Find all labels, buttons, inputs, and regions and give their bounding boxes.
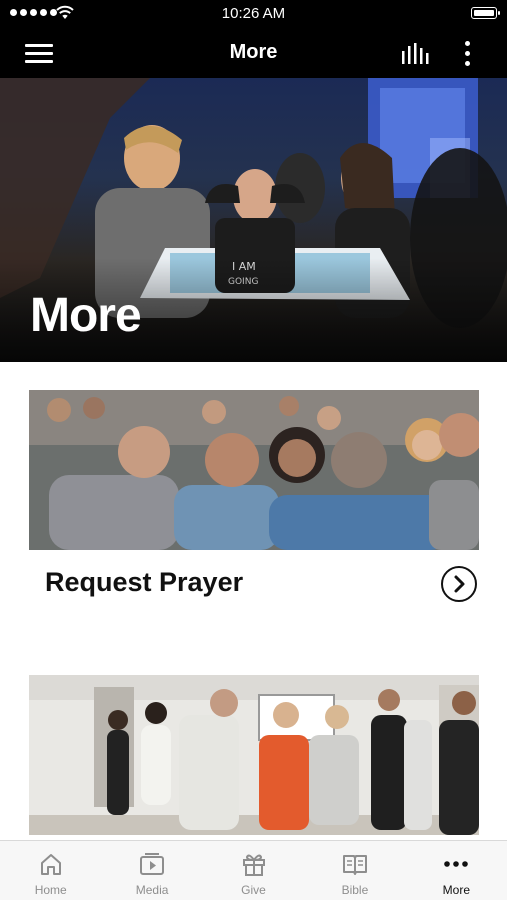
tab-label: More xyxy=(442,883,470,897)
tab-label: Give xyxy=(241,883,266,897)
tab-give[interactable]: Give xyxy=(203,841,304,900)
status-time: 10:26 AM xyxy=(221,5,286,22)
community-card[interactable] xyxy=(29,675,479,840)
tab-label: Home xyxy=(34,883,67,897)
hero-title: More xyxy=(30,289,142,342)
audio-bars-icon[interactable] xyxy=(400,42,430,66)
gift-icon xyxy=(242,854,265,876)
tab-media[interactable]: Media xyxy=(101,841,202,900)
card-image xyxy=(29,675,479,835)
tab-bible[interactable]: Bible xyxy=(304,841,405,900)
book-icon xyxy=(342,855,367,875)
lobby-group-photo xyxy=(29,675,479,835)
tab-label: Media xyxy=(135,883,169,897)
request-prayer-card[interactable]: Request Prayer xyxy=(29,390,479,630)
tab-label: Bible xyxy=(341,883,369,897)
tab-home[interactable]: Home xyxy=(0,841,101,900)
hero-banner: I AM GOING More xyxy=(0,78,507,362)
page-title: More xyxy=(229,41,278,63)
card-title: Request Prayer xyxy=(45,567,244,597)
kebab-menu-icon[interactable] xyxy=(460,40,476,68)
more-dots-icon xyxy=(444,861,469,867)
hamburger-menu-icon[interactable] xyxy=(25,42,53,64)
chevron-right-button[interactable] xyxy=(441,566,477,602)
battery-icon xyxy=(471,7,500,19)
prayer-group-photo xyxy=(29,390,479,550)
chevron-right-icon xyxy=(454,575,465,593)
media-icon xyxy=(140,853,165,875)
tab-more[interactable]: More xyxy=(406,841,507,900)
card-image xyxy=(29,390,479,550)
tab-bar: Home Media Give Bible More xyxy=(0,840,507,900)
nav-bar: More xyxy=(0,28,507,78)
home-icon xyxy=(40,854,61,875)
status-bar: 10:26 AM xyxy=(0,0,507,28)
